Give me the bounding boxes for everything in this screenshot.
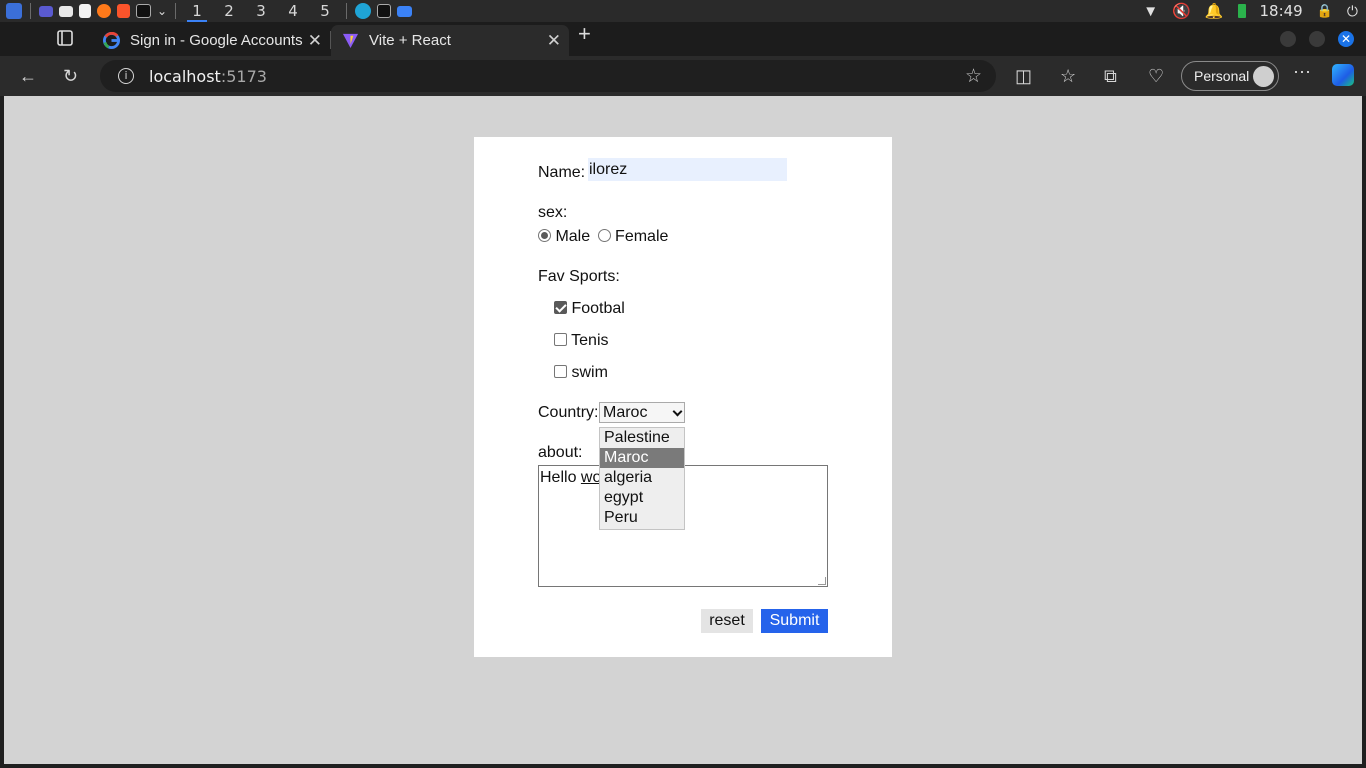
- name-label: Name:: [538, 164, 586, 181]
- mute-icon[interactable]: 🔇: [1172, 2, 1191, 20]
- checkbox-swim[interactable]: [554, 365, 567, 378]
- tab-actions-icon[interactable]: [56, 29, 78, 49]
- wifi-icon[interactable]: ▼: [1143, 3, 1158, 20]
- country-option[interactable]: Palestine: [600, 428, 684, 448]
- favorite-star-icon[interactable]: ☆: [965, 65, 982, 88]
- browser-toolbar: ← ↻ i localhost:5173 ☆ ◫ ☆ ⧉ ♡ Personal …: [0, 56, 1366, 96]
- os-top-bar: ⌄ 1 2 3 4 5 ▼ 🔇 🔔 18:49 🔒 ⏻: [0, 0, 1366, 22]
- terminal-icon[interactable]: [136, 4, 151, 18]
- name-input[interactable]: [588, 158, 787, 181]
- profile-button[interactable]: Personal: [1181, 61, 1279, 91]
- sport-item-swim: swim: [554, 364, 608, 382]
- address-url[interactable]: localhost:5173: [149, 67, 267, 86]
- checkbox-footbal-label: Footbal: [571, 300, 625, 317]
- checkbox-swim-label: swim: [571, 364, 608, 381]
- tab-google-signin[interactable]: Sign in - Google Accounts ✕: [92, 25, 331, 56]
- sex-options: Male Female: [538, 228, 668, 246]
- country-selected-value: Maroc: [603, 404, 648, 421]
- terminal-icon[interactable]: [377, 4, 392, 18]
- separator: [346, 3, 348, 19]
- app-launcher-icon[interactable]: [6, 3, 22, 19]
- pdf-icon[interactable]: [79, 4, 91, 18]
- google-icon: [102, 32, 120, 50]
- favorites-icon[interactable]: ☆: [1060, 66, 1076, 87]
- vite-icon: [341, 32, 359, 50]
- about-text: Hello: [540, 469, 581, 486]
- sex-label: sex:: [538, 204, 568, 221]
- avatar: [1253, 66, 1274, 87]
- country-option[interactable]: Peru: [600, 508, 684, 528]
- radio-female[interactable]: [597, 229, 611, 242]
- radio-male-label: Male: [555, 228, 591, 245]
- workspace-3[interactable]: 3: [248, 0, 274, 22]
- country-option[interactable]: egypt: [600, 488, 684, 508]
- country-dropdown-list: Palestine Maroc algeria egypt Peru: [599, 427, 685, 530]
- close-icon[interactable]: ✕: [308, 31, 322, 51]
- resize-handle[interactable]: [818, 577, 826, 585]
- power-icon[interactable]: ⏻: [1347, 3, 1358, 20]
- page-viewport: Name: sex: Male Female Fav Sports: Footb…: [4, 96, 1362, 764]
- radio-female-label: Female: [615, 228, 669, 245]
- country-row: Country: Maroc: [538, 402, 685, 423]
- separator: [30, 3, 31, 19]
- checkbox-footbal[interactable]: [554, 301, 567, 314]
- lock-icon[interactable]: 🔒: [1317, 3, 1333, 19]
- close-window-button[interactable]: ✕: [1338, 31, 1354, 47]
- copilot-icon[interactable]: [1332, 64, 1354, 86]
- country-label: Country:: [538, 404, 599, 421]
- radio-male[interactable]: [538, 229, 551, 242]
- reset-button[interactable]: reset: [701, 609, 753, 633]
- country-option-selected[interactable]: Maroc: [600, 448, 684, 468]
- clock[interactable]: 18:49: [1260, 2, 1303, 20]
- country-select[interactable]: Maroc: [599, 402, 685, 423]
- bell-icon[interactable]: 🔔: [1205, 2, 1224, 20]
- battery-icon[interactable]: [1237, 4, 1246, 18]
- desktop-icon[interactable]: [39, 5, 53, 17]
- separator: [175, 3, 177, 19]
- minimize-button[interactable]: [1280, 31, 1296, 47]
- form-card: Name: sex: Male Female Fav Sports: Footb…: [474, 137, 892, 657]
- country-option[interactable]: algeria: [600, 468, 684, 488]
- collections-icon[interactable]: ⧉: [1104, 66, 1117, 87]
- checkbox-tenis-label: Tenis: [571, 332, 609, 349]
- tab-strip: Sign in - Google Accounts ✕ Vite + React…: [0, 21, 1366, 56]
- chevron-down-icon: [672, 406, 683, 417]
- info-icon[interactable]: i: [118, 68, 134, 84]
- name-row: Name:: [538, 158, 787, 182]
- browser-essentials-icon[interactable]: ♡: [1148, 66, 1164, 87]
- submit-button[interactable]: Submit: [761, 609, 828, 633]
- firefox-icon[interactable]: [97, 4, 111, 18]
- close-icon[interactable]: ✕: [547, 31, 561, 51]
- files-icon[interactable]: [59, 5, 73, 17]
- new-tab-button[interactable]: +: [578, 21, 591, 47]
- tab-vite-react[interactable]: Vite + React ✕: [331, 25, 569, 56]
- chevron-down-icon[interactable]: ⌄: [157, 4, 167, 18]
- sports-label: Fav Sports:: [538, 268, 620, 285]
- tab-title: Sign in - Google Accounts: [130, 32, 303, 49]
- sport-item-footbal: Footbal: [554, 300, 625, 318]
- workspace-1[interactable]: 1: [184, 0, 210, 22]
- brave-icon[interactable]: [117, 4, 130, 18]
- folder-icon[interactable]: [397, 5, 413, 17]
- more-menu-icon[interactable]: ⋯: [1293, 62, 1311, 83]
- about-label: about:: [538, 444, 583, 461]
- edge-icon[interactable]: [355, 3, 372, 19]
- back-icon[interactable]: ←: [19, 66, 37, 87]
- refresh-icon[interactable]: ↻: [63, 66, 78, 87]
- sport-item-tenis: Tenis: [554, 332, 609, 350]
- workspace-2[interactable]: 2: [216, 0, 242, 22]
- tab-title: Vite + React: [369, 32, 451, 49]
- maximize-button[interactable]: [1309, 31, 1325, 47]
- checkbox-tenis[interactable]: [554, 333, 567, 346]
- workspace-5[interactable]: 5: [312, 0, 338, 22]
- split-screen-icon[interactable]: ◫: [1015, 66, 1032, 87]
- profile-label: Personal: [1194, 68, 1250, 84]
- address-bar[interactable]: i localhost:5173 ☆: [100, 60, 996, 92]
- workspace-4[interactable]: 4: [280, 0, 306, 22]
